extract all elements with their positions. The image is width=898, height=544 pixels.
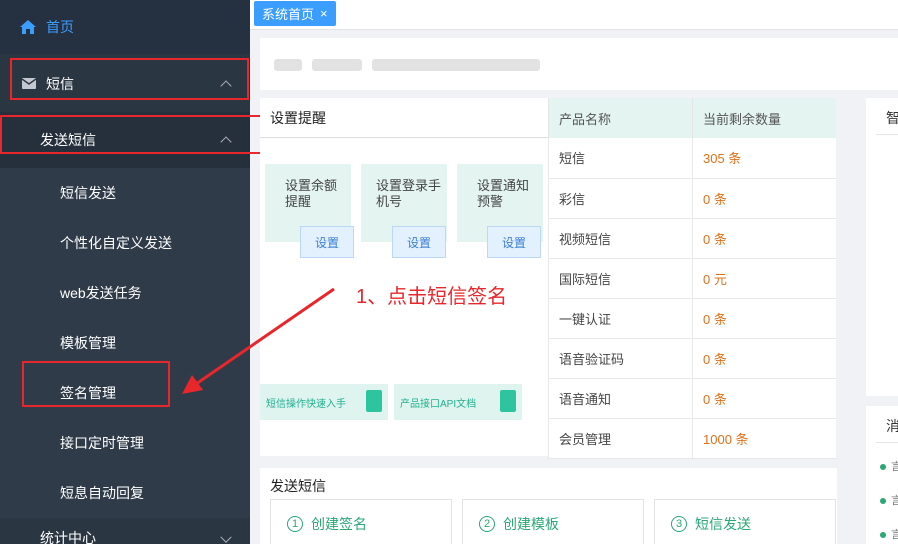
annotation-arrow [182, 287, 335, 394]
